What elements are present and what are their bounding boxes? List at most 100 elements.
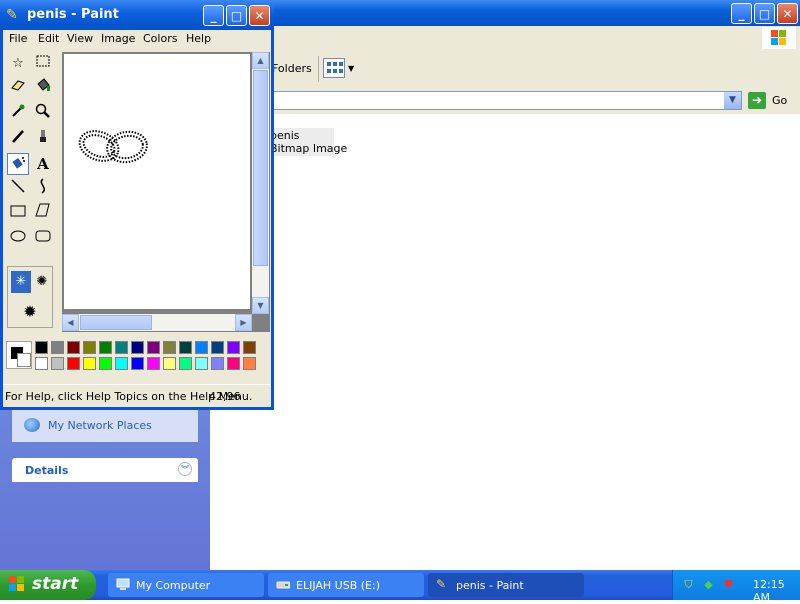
network-places-label: My Network Places: [48, 419, 152, 432]
explorer-close-button[interactable]: ✕: [777, 3, 798, 24]
palette-swatch[interactable]: [195, 341, 208, 354]
toolbar-separator: [318, 56, 319, 82]
menu-image[interactable]: Image: [101, 32, 135, 45]
palette-swatch[interactable]: [227, 341, 240, 354]
line-tool-icon[interactable]: [7, 178, 29, 200]
paint-icon: ✎: [436, 577, 447, 591]
palette-swatch[interactable]: [163, 341, 176, 354]
canvas-drawing: [78, 130, 148, 164]
polygon-tool-icon[interactable]: [32, 203, 54, 225]
network-places-link[interactable]: My Network Places: [12, 410, 198, 442]
eyedropper-icon[interactable]: [7, 103, 29, 125]
palette-swatch[interactable]: [115, 357, 128, 370]
palette-swatch[interactable]: [179, 341, 192, 354]
palette-swatch[interactable]: [35, 341, 48, 354]
palette-swatch[interactable]: [99, 357, 112, 370]
paint-close-button[interactable]: ✕: [249, 5, 270, 26]
palette-swatch[interactable]: [195, 357, 208, 370]
taskbar-item-label: penis - Paint: [456, 579, 524, 592]
taskbar-item-paint[interactable]: ✎ penis - Paint: [428, 573, 584, 597]
drawing-canvas[interactable]: [64, 54, 250, 309]
background-color: [17, 353, 31, 367]
free-form-select-icon[interactable]: ☆: [7, 53, 29, 75]
palette-swatch[interactable]: [147, 357, 160, 370]
scroll-left-icon[interactable]: ◀: [62, 314, 79, 331]
scroll-right-icon[interactable]: ▶: [235, 314, 252, 331]
horizontal-scrollbar[interactable]: ◀ ▶: [62, 314, 252, 331]
security-shield-icon[interactable]: ⛉: [681, 577, 696, 592]
folders-button[interactable]: Folders: [272, 62, 312, 75]
paint-body: File Edit View Image Colors Help ☆ A ✳ ✺…: [3, 30, 271, 407]
palette-swatch[interactable]: [179, 357, 192, 370]
palette-swatch[interactable]: [51, 341, 64, 354]
go-arrow-icon: ➔: [748, 92, 766, 109]
pencil-icon[interactable]: [7, 128, 29, 150]
airbrush-medium-option[interactable]: ✺: [32, 271, 52, 293]
airbrush-large-option[interactable]: ✹: [20, 301, 40, 323]
scroll-up-icon[interactable]: ▲: [252, 52, 269, 69]
paint-minimize-button[interactable]: _: [203, 5, 224, 26]
palette-swatch[interactable]: [243, 357, 256, 370]
network-places-icon: [24, 418, 40, 432]
taskbar-item-usb-drive[interactable]: ELIJAH USB (E:): [268, 573, 424, 597]
paint-maximize-button[interactable]: □: [226, 5, 247, 26]
palette-swatch[interactable]: [115, 341, 128, 354]
text-tool-icon[interactable]: A: [32, 153, 54, 175]
rectangle-tool-icon[interactable]: [7, 203, 29, 225]
explorer-maximize-button[interactable]: □: [754, 3, 775, 24]
paint-menu-bar: File Edit View Image Colors Help: [3, 30, 271, 48]
details-panel-header[interactable]: Details ︾: [12, 458, 198, 482]
system-tray: ⛉ ◆ ⛊ 12:15 AM: [672, 570, 800, 604]
brush-icon[interactable]: [32, 128, 54, 150]
magnifier-icon[interactable]: [32, 103, 54, 125]
network-status-icon[interactable]: ◆: [701, 577, 716, 592]
file-name: penis: [270, 129, 300, 142]
address-dropdown-icon[interactable]: ▼: [724, 92, 741, 109]
palette-swatch[interactable]: [83, 357, 96, 370]
palette-swatch[interactable]: [67, 357, 80, 370]
explorer-minimize-button[interactable]: _: [731, 3, 752, 24]
views-button[interactable]: ▼: [323, 58, 357, 80]
rounded-rectangle-tool-icon[interactable]: [32, 228, 54, 250]
horizontal-scroll-thumb[interactable]: [80, 315, 152, 330]
chevron-down-icon[interactable]: ︾: [178, 462, 192, 476]
palette-swatch[interactable]: [147, 341, 160, 354]
airbrush-small-option[interactable]: ✳: [11, 271, 31, 293]
fill-bucket-icon[interactable]: [32, 78, 54, 100]
address-input[interactable]: ▼: [270, 91, 742, 110]
go-button[interactable]: ➔ Go: [748, 92, 798, 110]
taskbar-item-my-computer[interactable]: My Computer: [108, 573, 264, 597]
rectangle-select-icon[interactable]: [32, 53, 54, 75]
palette-swatch[interactable]: [243, 341, 256, 354]
eraser-icon[interactable]: [7, 78, 29, 100]
file-item[interactable]: penis Bitmap Image: [270, 128, 347, 156]
menu-edit[interactable]: Edit: [38, 32, 59, 45]
palette-swatch[interactable]: [83, 341, 96, 354]
menu-file[interactable]: File: [9, 32, 27, 45]
start-button[interactable]: start: [0, 570, 96, 600]
clock: 12:15 AM: [753, 578, 785, 604]
palette-swatch[interactable]: [131, 357, 144, 370]
palette-swatch[interactable]: [35, 357, 48, 370]
scroll-down-icon[interactable]: ▼: [252, 297, 269, 314]
paint-title-bar[interactable]: ✎ penis - Paint _ □ ✕: [0, 0, 274, 30]
security-alert-icon[interactable]: ⛊: [721, 577, 736, 592]
ellipse-tool-icon[interactable]: [7, 228, 29, 250]
menu-view[interactable]: View: [67, 32, 93, 45]
computer-icon: [116, 578, 130, 591]
palette-swatch[interactable]: [51, 357, 64, 370]
vertical-scrollbar[interactable]: ▲ ▼: [252, 52, 269, 314]
taskbar-item-label: ELIJAH USB (E:): [296, 579, 380, 592]
airbrush-icon[interactable]: [7, 153, 29, 175]
vertical-scroll-thumb[interactable]: [253, 70, 268, 266]
palette-swatch[interactable]: [227, 357, 240, 370]
palette-swatch[interactable]: [211, 357, 224, 370]
palette-swatch[interactable]: [211, 341, 224, 354]
curve-tool-icon[interactable]: [32, 178, 54, 200]
menu-colors[interactable]: Colors: [143, 32, 177, 45]
palette-swatch[interactable]: [99, 341, 112, 354]
palette-swatch[interactable]: [131, 341, 144, 354]
palette-swatch[interactable]: [163, 357, 176, 370]
menu-help[interactable]: Help: [186, 32, 211, 45]
palette-swatch[interactable]: [67, 341, 80, 354]
